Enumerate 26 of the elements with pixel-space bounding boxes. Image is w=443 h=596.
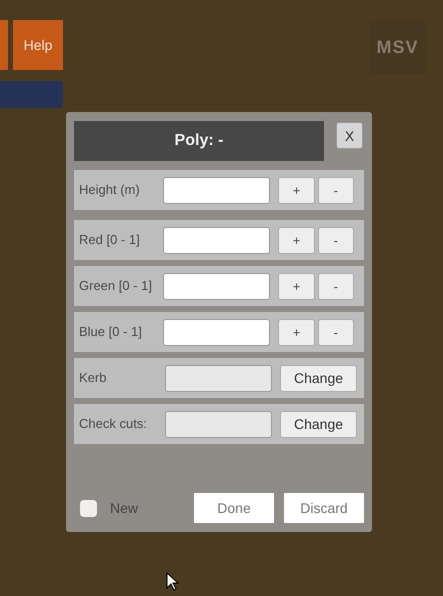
checkbox[interactable] [80, 500, 97, 516]
minus-button[interactable]: - [318, 176, 354, 204]
plus-button[interactable]: + [278, 272, 315, 300]
field-label: Height (m) [79, 183, 141, 197]
input-field[interactable] [163, 272, 270, 300]
input-field[interactable] [163, 226, 270, 254]
input-field[interactable] [163, 318, 270, 346]
field-label: Check cuts: [79, 417, 148, 431]
plus-button[interactable]: + [278, 226, 315, 254]
minus-button[interactable]: - [318, 272, 354, 300]
field-label: Kerb [79, 371, 108, 385]
logo: MSV [370, 20, 425, 75]
plus-button[interactable]: + [278, 318, 315, 346]
plus-button[interactable]: + [278, 176, 315, 204]
minus-button[interactable]: - [318, 318, 354, 346]
action-button[interactable]: Discard [284, 493, 364, 523]
field-label: Blue [0 - 1] [79, 325, 143, 339]
input-field[interactable] [163, 176, 270, 204]
field-label: Red [0 - 1] [79, 233, 141, 247]
close-button[interactable]: X [336, 122, 363, 149]
minus-button[interactable]: - [318, 226, 354, 254]
field-label: Green [0 - 1] [79, 279, 153, 293]
dialog-title: Poly: - [74, 121, 324, 161]
cursor-icon [166, 572, 179, 591]
checkbox-label: New [110, 500, 138, 516]
action-button[interactable]: Done [194, 493, 274, 523]
